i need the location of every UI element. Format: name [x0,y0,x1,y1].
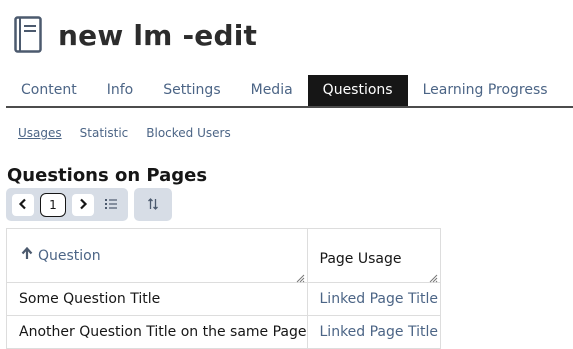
subtab-usages[interactable]: Usages [18,126,62,140]
question-title-cell: Some Question Title [6,282,308,316]
table-header-row: Question Page Usage [6,228,441,283]
page-list-button[interactable] [100,194,122,216]
chevron-right-icon [78,195,88,214]
resize-grip-icon[interactable] [429,271,438,283]
table-row: Another Question Title on the same Page … [6,315,441,349]
subtab-statistic[interactable]: Statistic [80,126,129,140]
linked-page-link[interactable]: Linked Page Title [306,315,441,349]
question-title-cell: Another Question Title on the same Page [6,315,308,349]
sort-control [134,188,172,221]
column-header-page-usage[interactable]: Page Usage [306,228,441,283]
tab-media[interactable]: Media [236,75,308,106]
sub-tabs: Usages Statistic Blocked Users [18,126,249,140]
table-row: Some Question Title Linked Page Title [6,282,441,316]
section-title: Questions on Pages [7,165,208,186]
page-header: new lm -edit [14,15,257,55]
page-title: new lm -edit [58,18,258,52]
column-label-question: Question [38,247,101,264]
view-controls: 1 [6,188,172,221]
sort-icon [147,195,159,214]
chevron-left-icon [18,195,28,214]
main-tabs: Content Info Settings Media Questions Le… [6,75,573,108]
sort-ascending-icon [21,246,33,264]
sort-button[interactable] [142,194,164,216]
tab-questions[interactable]: Questions [307,75,408,106]
tab-settings[interactable]: Settings [148,75,235,106]
list-icon [105,195,117,214]
subtab-blocked-users[interactable]: Blocked Users [146,126,230,140]
tab-info[interactable]: Info [92,75,149,106]
next-page-button[interactable] [72,193,94,216]
resize-grip-icon[interactable] [296,271,305,283]
book-icon [14,16,42,54]
column-label-page-usage: Page Usage [319,250,402,267]
current-page-button[interactable]: 1 [40,192,66,217]
previous-page-button[interactable] [12,193,34,216]
column-header-question[interactable]: Question [6,228,308,283]
linked-page-link[interactable]: Linked Page Title [306,282,441,316]
pagination-control: 1 [6,188,128,221]
tab-learning-progress[interactable]: Learning Progress [408,75,563,106]
tab-content[interactable]: Content [6,75,92,106]
questions-table: Question Page Usage Some Question Title … [6,228,441,349]
